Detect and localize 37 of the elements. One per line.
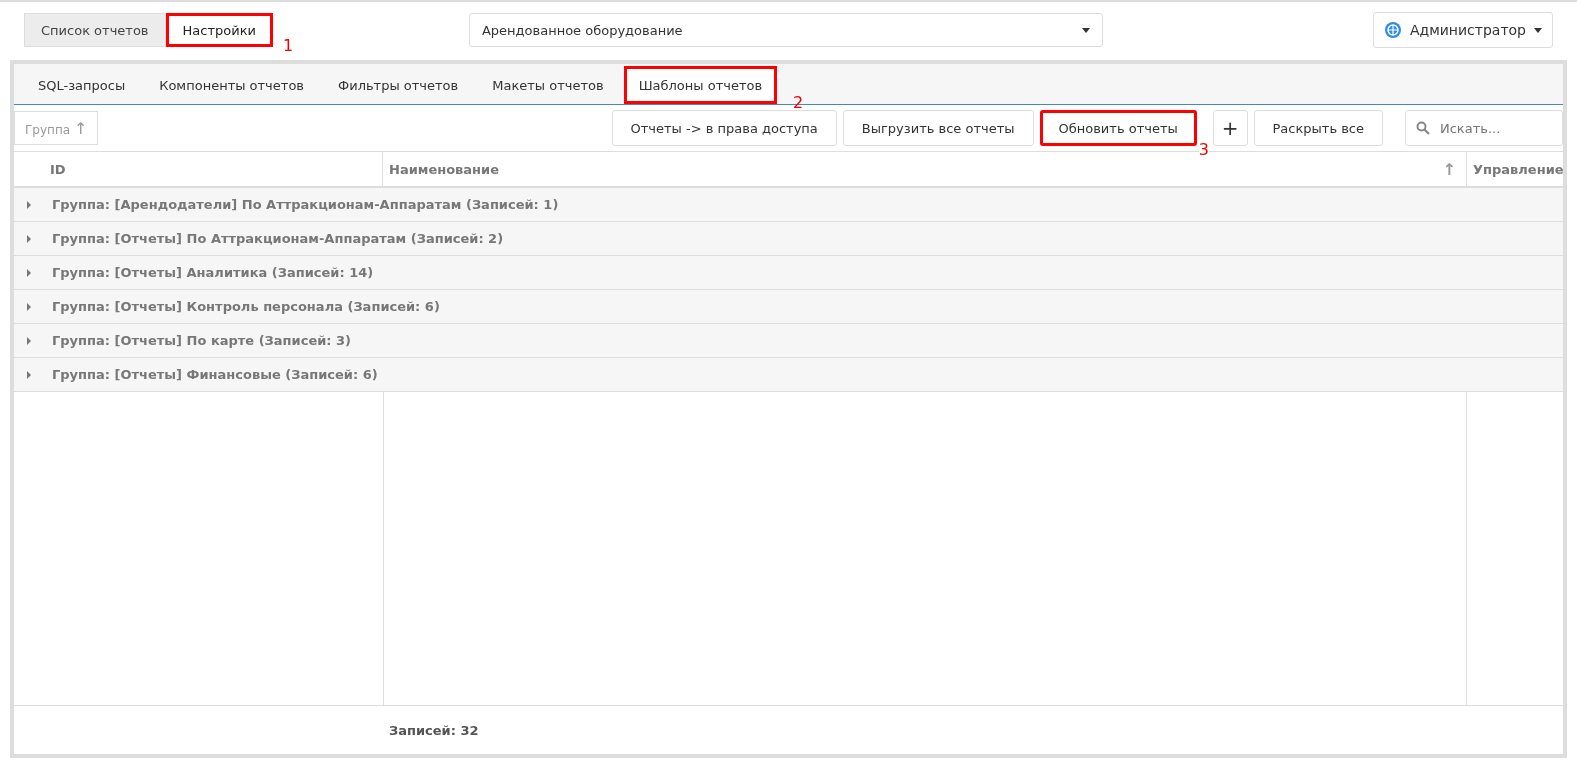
user-menu[interactable]: Администратор (1372, 12, 1553, 48)
column-header[interactable]: Управление (1473, 161, 1564, 177)
record-count: Записей: 32 (389, 722, 479, 738)
group-row[interactable]: Группа: [Отчеты] По карте (Записей: 3) (14, 324, 1563, 358)
search-icon (1416, 121, 1430, 135)
section-tab[interactable]: Макеты отчетов (478, 66, 618, 104)
caret-icon (1534, 27, 1542, 33)
search-field[interactable]: Искать... (1405, 110, 1563, 146)
group-label: Группа: [Отчеты] Контроль персонала (Записей: 6) (52, 299, 440, 314)
group-row[interactable]: Группа: [Отчеты] Финансовые (Записей: 6) (14, 358, 1563, 392)
group-label: Группа: [Арендодатели] По Аттракционам-Аппаратам (Записей: 1) (52, 197, 559, 212)
section-tab[interactable]: SQL-запросы (24, 66, 140, 104)
column-header[interactable]: Наименование (389, 161, 500, 177)
toolbar-button[interactable]: Отчеты -> в права доступа (611, 110, 837, 146)
top-tab[interactable]: Настройки (165, 13, 273, 47)
callout-number: 3 (1198, 142, 1209, 158)
toolbar-button[interactable]: Выгрузить все отчеты (842, 110, 1034, 146)
column-header[interactable]: ID (50, 161, 66, 177)
caret-icon (1081, 27, 1090, 33)
group-label: Группа: [Отчеты] Финансовые (Записей: 6) (52, 367, 378, 382)
section-tab[interactable]: Фильтры отчетов (324, 66, 473, 104)
section-tab[interactable]: Шаблоны отчетов (623, 66, 778, 104)
group-row[interactable]: Группа: [Арендодатели] По Аттракционам-Аппаратам (Записей: 1) (14, 188, 1563, 222)
callout-number: 1 (282, 36, 294, 55)
toolbar-button[interactable]: Раскрыть все (1253, 110, 1383, 146)
group-row[interactable]: Группа: [Отчеты] Аналитика (Записей: 14) (14, 256, 1563, 290)
globe-icon (1383, 21, 1402, 39)
add-button[interactable]: + (1212, 110, 1248, 146)
toolbar-button[interactable]: Обновить отчеты (1039, 110, 1197, 146)
group-label: Группа: [Отчеты] По Аттракционам-Аппаратам (Записей: 2) (52, 231, 504, 246)
group-row[interactable]: Группа: [Отчеты] По Аттракционам-Аппаратам (Записей: 2) (14, 222, 1563, 256)
section-tab[interactable]: Компоненты отчетов (145, 66, 318, 104)
group-label: Группа: [Отчеты] Аналитика (Записей: 14) (52, 265, 374, 280)
object-select[interactable]: Арендованное оборудование (468, 13, 1103, 47)
top-tab[interactable]: Список отчетов (24, 13, 166, 47)
group-row[interactable]: Группа: [Отчеты] Контроль персонала (Записей: 6) (14, 290, 1563, 324)
group-label: Группа: [Отчеты] По карте (Записей: 3) (52, 333, 352, 348)
